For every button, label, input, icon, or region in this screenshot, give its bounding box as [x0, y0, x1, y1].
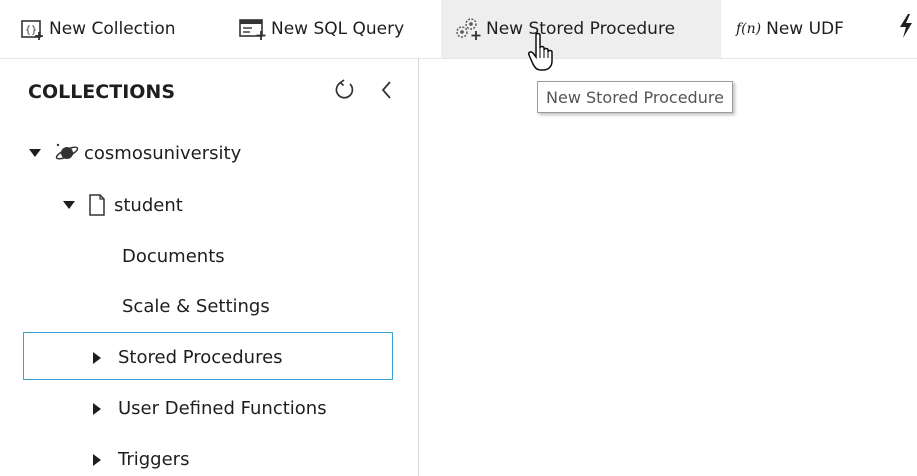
- tree-item-scale-settings[interactable]: Scale & Settings: [122, 296, 270, 317]
- collections-panel: COLLECTIONS cosmosuniversity student Doc…: [0, 58, 419, 476]
- collections-title: COLLECTIONS: [28, 81, 175, 103]
- scale-settings-label: Scale & Settings: [122, 296, 270, 317]
- new-stored-procedure-label: New Stored Procedure: [486, 19, 676, 39]
- new-collection-button[interactable]: {} New Collection: [20, 0, 176, 58]
- tree-item-documents[interactable]: Documents: [122, 246, 225, 267]
- document-icon: [88, 194, 106, 216]
- new-sql-query-label: New SQL Query: [271, 19, 405, 39]
- planet-icon: [54, 142, 80, 164]
- new-udf-label: New UDF: [766, 19, 844, 39]
- new-udf-button[interactable]: f(n) New UDF: [736, 0, 844, 58]
- collapse-icon[interactable]: [379, 79, 395, 105]
- udf-glyph: f(n): [736, 21, 762, 37]
- tree-item-triggers[interactable]: Triggers: [92, 449, 189, 470]
- new-sql-query-button[interactable]: New SQL Query: [238, 0, 404, 58]
- tooltip: New Stored Procedure: [537, 81, 733, 113]
- new-collection-icon: {}: [20, 17, 46, 41]
- refresh-icon[interactable]: [332, 78, 356, 106]
- new-trigger-button[interactable]: [898, 0, 914, 58]
- hand-cursor-icon: [528, 32, 558, 76]
- tree-item-collection[interactable]: student: [62, 194, 183, 216]
- tree-item-database[interactable]: cosmosuniversity: [28, 142, 241, 164]
- command-bar: {} New Collection New SQL Query New Stor…: [0, 0, 917, 59]
- tooltip-text: New Stored Procedure: [546, 87, 724, 107]
- new-collection-label: New Collection: [49, 19, 176, 39]
- caret-right-icon: [92, 453, 106, 467]
- caret-down-icon: [62, 200, 76, 210]
- udf-icon: f(n): [736, 21, 763, 37]
- bolt-icon: [898, 13, 914, 45]
- collection-label: student: [114, 194, 183, 216]
- tree-item-user-defined-functions[interactable]: User Defined Functions: [92, 398, 327, 419]
- caret-right-icon: [92, 402, 106, 416]
- documents-label: Documents: [122, 246, 225, 267]
- user-defined-functions-label: User Defined Functions: [118, 398, 327, 419]
- tree-item-stored-procedures[interactable]: Stored Procedures: [92, 347, 283, 368]
- new-stored-procedure-icon: [453, 16, 483, 42]
- new-sql-query-icon: [238, 17, 268, 41]
- caret-right-icon: [92, 351, 106, 365]
- triggers-label: Triggers: [118, 449, 190, 470]
- new-stored-procedure-button[interactable]: New Stored Procedure: [441, 0, 721, 58]
- database-label: cosmosuniversity: [84, 142, 242, 164]
- caret-down-icon: [28, 148, 42, 158]
- svg-text:{}: {}: [25, 25, 37, 36]
- stored-procedures-label: Stored Procedures: [118, 347, 283, 368]
